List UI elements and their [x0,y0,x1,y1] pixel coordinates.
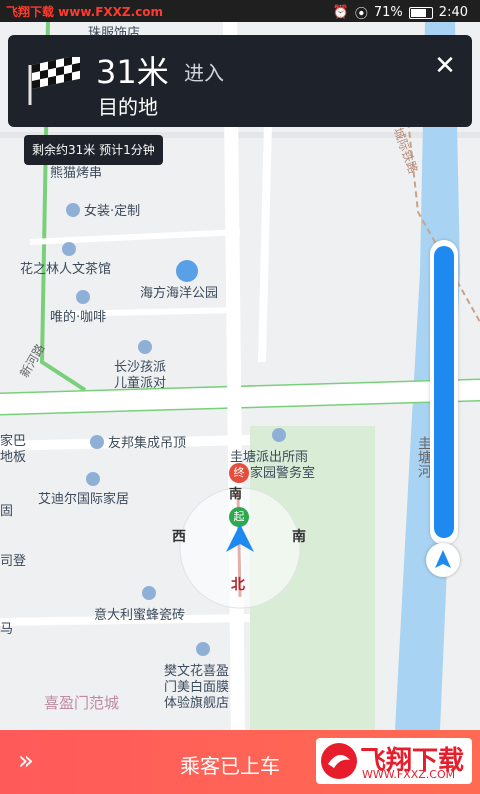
poi-label: 海方海洋公园 [140,286,219,301]
kids-icon [138,340,152,354]
double-chevron-right-icon[interactable]: » [18,746,34,776]
dolphin-icon [176,260,198,282]
watermark-text: 飞翔下载 www.FXXZ.com [6,5,164,19]
shop-icon [142,586,156,600]
battery-percent: 71% [373,5,403,20]
poi-label: 马 [0,622,14,637]
destination-text: 目的地 [98,95,158,119]
shop-icon [196,642,210,656]
clock: 2:40 [438,5,468,20]
poi-nvzhuang[interactable]: 女装·定制 [66,200,140,219]
poi-label: 花之林人文茶馆 [20,262,112,277]
poi-pin[interactable] [62,242,80,258]
distance-text: 31米 [96,53,169,91]
poi-label: 体验旗舰店 [164,696,230,711]
teahouse-icon [62,242,76,256]
navigation-card: 31米 进入 目的地 ✕ [8,35,472,127]
poi-cafe[interactable] [76,290,94,306]
watermark-bird-icon [321,743,357,779]
police-badge-icon [272,428,286,442]
poi-label: 家园警务室 [250,466,316,481]
home-icon [86,472,100,486]
passenger-status-button[interactable]: 乘客已上车 [180,750,280,779]
park-icon[interactable] [176,260,202,284]
poi-label: 儿童派对 [114,376,167,391]
remaining-info: 剩余约31米 预计1分钟 [24,135,163,165]
map-roads [0,22,480,730]
poi-label: 固 [0,504,14,519]
watermark-url: WWW.FXXZ.COM [362,768,456,781]
coffee-icon [76,290,90,304]
map-view[interactable]: 珠服饰店 熊猫烤串 女装·定制 花之林人文茶馆 海方海洋公园 唯的·咖啡 长沙孩… [0,22,480,730]
poi-fanwenhua[interactable] [196,642,214,658]
alarm-icon: ⏰ [332,5,349,20]
area-label: 喜盈门范城 [44,694,120,712]
shop-icon [90,435,104,449]
location-icon: ⦿ [354,7,368,22]
vehicle-arrow-icon [226,524,254,552]
close-icon[interactable]: ✕ [432,53,458,79]
poi-youbang[interactable]: 友邦集成吊顶 [90,432,186,451]
poi-label: 地板 [0,450,27,465]
route-progress-fill [434,246,454,538]
action-text: 进入 [184,61,224,85]
end-marker[interactable]: 终 [229,463,249,483]
poi-label: 意大利蜜蜂瓷砖 [94,608,186,623]
status-icons: ⏰ ⦿ 71% 2:40 [333,3,468,22]
poi-aidier[interactable] [86,472,104,488]
compass-south-label: 北 [231,577,245,593]
shop-icon [66,203,80,217]
progress-vehicle-icon [426,543,460,577]
checkered-flag-icon [28,57,80,105]
poi-label: 唯的·咖啡 [50,310,107,325]
poi-label: 女装·定制 [84,204,141,219]
poi-tile[interactable] [142,586,160,602]
poi-kids[interactable] [138,340,156,356]
status-bar: 飞翔下载 www.FXXZ.com ⏰ ⦿ 71% 2:40 [0,0,480,22]
vehicle-arrow-icon [435,550,451,568]
road-marker-label: 南 [229,487,243,502]
poi-label: 艾迪尔国际家居 [38,492,130,507]
compass-west-label: 西 [172,529,186,545]
route-progress-bar [430,240,458,545]
poi-label: 司登 [0,554,27,569]
police-icon[interactable] [272,428,290,444]
poi-label: 友邦集成吊顶 [108,436,187,451]
compass-east-label: 南 [292,529,306,545]
battery-icon [408,6,433,19]
